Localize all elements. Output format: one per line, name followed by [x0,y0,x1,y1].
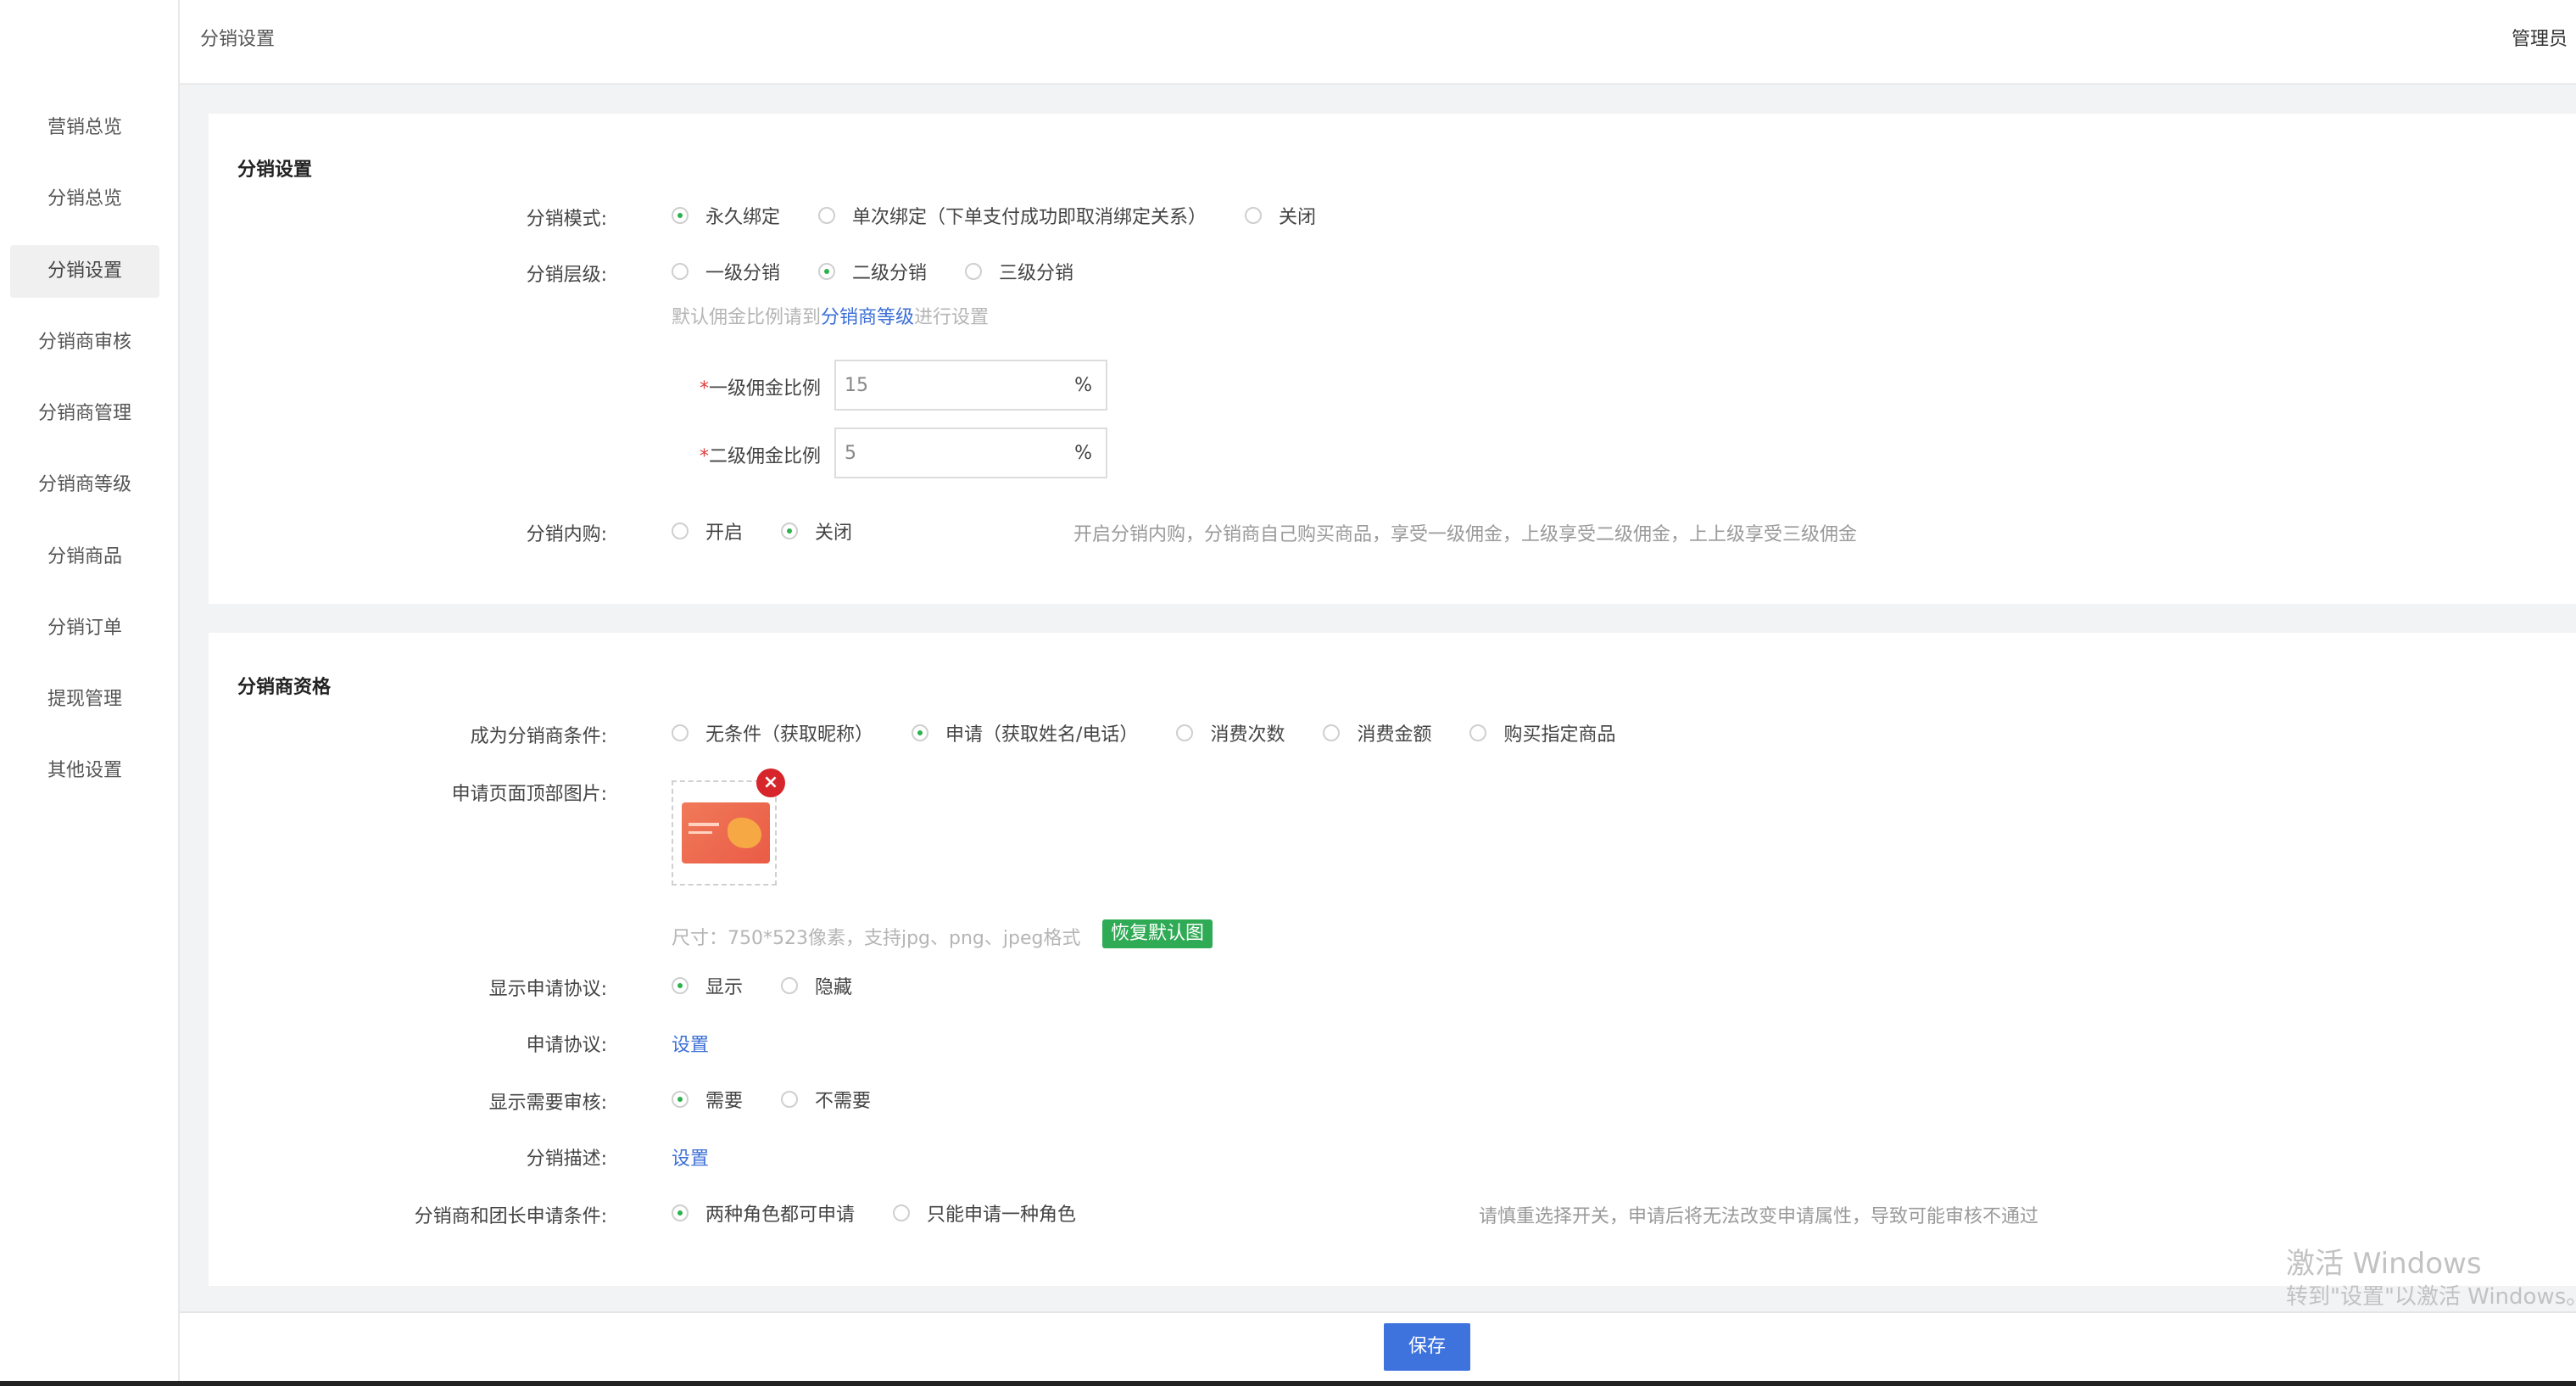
self-purchase-hint: 开启分销内购，分销商自己购买商品，享受一级佣金，上级享受二级佣金，上上级享受三级… [1073,524,1858,545]
radio-unchecked[interactable] [1176,724,1194,741]
mode-option-off[interactable]: 关闭 [1245,202,1316,229]
sidebar-item-distribution-products[interactable]: 分销商品 [10,531,159,584]
activation-watermark-title: 激活 Windows [2286,1247,2482,1281]
sidebar-item-distributor-review[interactable]: 分销商审核 [10,316,159,369]
rate1-label: *一级佣金比例 [699,378,821,400]
condition-radio-group: 无条件（获取昵称） 申请（获取姓名/电话） 消费次数 消费金额 购买指定商品 [672,719,1648,746]
radio-unchecked[interactable] [672,724,689,741]
save-button[interactable]: 保存 [1384,1323,1470,1371]
condition-option-purchase-count[interactable]: 消费次数 [1176,719,1285,746]
sidebar-item-distributor-management[interactable]: 分销商管理 [10,388,159,440]
radio-checked[interactable] [818,263,836,280]
radio-unchecked[interactable] [672,523,689,539]
footer-bar [180,1311,2576,1381]
radio-unchecked[interactable] [965,263,983,280]
restore-default-image-button[interactable]: 恢复默认图 [1102,919,1213,948]
activation-watermark-subtitle: 转到"设置"以激活 Windows。 [2286,1284,2576,1310]
rate1-input[interactable]: 15 % [834,360,1107,411]
show-review-option-required[interactable]: 需要 [672,1086,743,1113]
mode-option-permanent[interactable]: 永久绑定 [672,202,780,229]
radio-checked[interactable] [672,1091,689,1108]
sidebar-item-distribution-orders[interactable]: 分销订单 [10,602,159,655]
top-image-label: 申请页面顶部图片: [451,784,607,805]
rate2-value: 5 [845,443,856,464]
self-purchase-radio-group: 开启 关闭 [672,517,884,545]
sidebar-item-distribution-overview[interactable]: 分销总览 [10,173,159,226]
taskbar-edge [0,1381,2576,1386]
image-size-hint: 尺寸：750*523像素，支持jpg、png、jpeg格式 [672,928,1081,949]
sidebar-item-distribution-settings[interactable]: 分销设置 [10,245,159,298]
rate2-label: *二级佣金比例 [699,446,821,467]
percent-unit: % [1074,375,1092,396]
condition-label: 成为分销商条件: [470,726,607,747]
top-image-upload[interactable] [672,780,777,886]
show-agreement-option-show[interactable]: 显示 [672,972,743,999]
role-option-both[interactable]: 两种角色都可申请 [672,1199,855,1227]
sidebar-item-distributor-level[interactable]: 分销商等级 [10,459,159,511]
condition-option-purchase-amount[interactable]: 消费金额 [1323,719,1431,746]
radio-unchecked[interactable] [1323,724,1341,741]
distributor-level-link[interactable]: 分销商等级 [821,307,914,328]
radio-unchecked[interactable] [672,263,689,280]
self-purchase-option-on[interactable]: 开启 [672,517,743,545]
rate1-value: 15 [845,375,868,396]
radio-checked[interactable] [912,724,929,741]
radio-checked[interactable] [672,1204,689,1221]
description-label: 分销描述: [526,1148,607,1170]
role-condition-radio-group: 两种角色都可申请 只能申请一种角色 [672,1199,1108,1227]
radio-unchecked[interactable] [1469,724,1487,741]
level-option-3[interactable]: 三级分销 [965,258,1073,285]
radio-unchecked[interactable] [1245,207,1263,224]
level-option-2[interactable]: 二级分销 [818,258,927,285]
show-agreement-label: 显示申请协议: [488,979,607,1000]
sidebar-item-withdrawal-management[interactable]: 提现管理 [10,673,159,726]
distribution-level-radio-group: 一级分销 二级分销 三级分销 [672,258,1106,285]
radio-checked[interactable] [672,977,689,994]
agreement-label: 申请协议: [526,1035,607,1056]
distribution-mode-label: 分销模式: [526,209,607,230]
self-purchase-label: 分销内购: [526,524,607,545]
rate2-input[interactable]: 5 % [834,428,1107,478]
radio-checked[interactable] [781,523,799,539]
role-option-single[interactable]: 只能申请一种角色 [893,1199,1076,1227]
radio-checked[interactable] [672,207,689,224]
radio-unchecked[interactable] [818,207,836,224]
condition-option-none[interactable]: 无条件（获取昵称） [672,719,873,746]
user-menu[interactable]: 管理员 [2512,24,2568,51]
agreement-settings-link[interactable]: 设置 [672,1030,709,1057]
mode-option-single[interactable]: 单次绑定（下单支付成功即取消绑定关系） [818,202,1207,229]
self-purchase-option-off[interactable]: 关闭 [781,517,852,545]
show-review-radio-group: 需要 不需要 [672,1086,903,1113]
section-title: 分销商资格 [237,677,332,698]
remove-image-close-icon[interactable]: × [756,768,785,797]
radio-unchecked[interactable] [781,977,799,994]
show-review-label: 显示需要审核: [488,1093,607,1114]
level-hint: 默认佣金比例请到分销商等级进行设置 [672,307,990,328]
percent-unit: % [1074,443,1092,464]
breadcrumb: 分销设置 [200,29,276,50]
sidebar-item-marketing-overview[interactable]: 营销总览 [10,102,159,154]
level-option-1[interactable]: 一级分销 [672,258,780,285]
sidebar: 营销总览 分销总览 分销设置 分销商审核 分销商管理 分销商等级 分销商品 分销… [0,0,180,1386]
distribution-settings-card: 分销设置 分销模式: 永久绑定 单次绑定（下单支付成功即取消绑定关系） 关闭 分… [209,114,2576,604]
top-bar: 分销设置 管理员 [180,0,2576,85]
radio-unchecked[interactable] [893,1204,911,1221]
qualification-card: 分销商资格 成为分销商条件: 无条件（获取昵称） 申请（获取姓名/电话） 消费次… [209,633,2576,1286]
distribution-level-label: 分销层级: [526,265,607,286]
condition-option-specific-product[interactable]: 购买指定商品 [1469,719,1615,746]
distribution-mode-radio-group: 永久绑定 单次绑定（下单支付成功即取消绑定关系） 关闭 [672,202,1348,229]
show-agreement-radio-group: 显示 隐藏 [672,972,884,999]
description-settings-link[interactable]: 设置 [672,1143,709,1171]
show-agreement-option-hide[interactable]: 隐藏 [781,972,852,999]
sidebar-item-other-settings[interactable]: 其他设置 [10,745,159,797]
section-title: 分销设置 [237,159,313,181]
role-condition-label: 分销商和团长申请条件: [414,1206,607,1227]
show-review-option-not-required[interactable]: 不需要 [781,1086,871,1113]
role-condition-hint: 请慎重选择开关，申请后将无法改变申请属性，导致可能审核不通过 [1479,1206,2039,1227]
top-image-thumbnail [682,802,770,863]
radio-unchecked[interactable] [781,1091,799,1108]
condition-option-apply[interactable]: 申请（获取姓名/电话） [912,719,1138,746]
